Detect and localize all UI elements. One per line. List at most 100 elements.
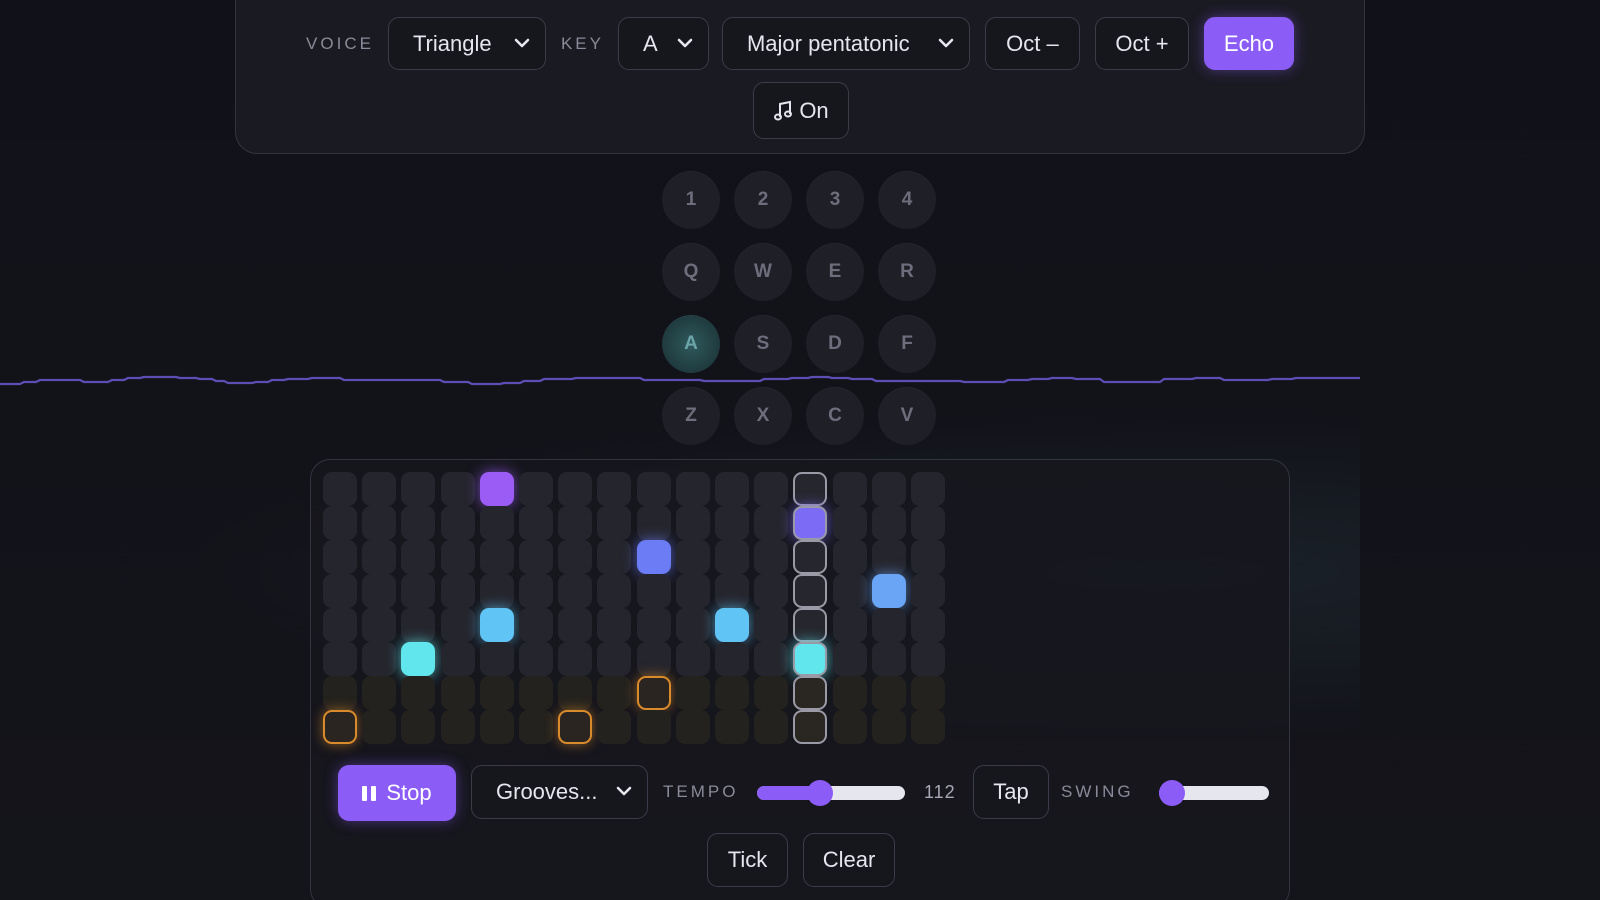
key-pad-c[interactable]: C [806, 387, 864, 445]
step-cell[interactable] [637, 574, 671, 608]
step-cell[interactable] [833, 472, 867, 506]
step-cell[interactable] [754, 574, 788, 608]
step-cell[interactable] [715, 710, 749, 744]
clear-button[interactable]: Clear [803, 833, 895, 887]
step-cell[interactable] [362, 642, 396, 676]
swing-slider-thumb[interactable] [1159, 780, 1185, 806]
step-cell[interactable] [597, 710, 631, 744]
step-cell[interactable] [597, 676, 631, 710]
step-cell-active[interactable] [480, 472, 514, 506]
step-cell[interactable] [911, 710, 945, 744]
step-cell[interactable] [323, 574, 357, 608]
step-cell[interactable] [676, 642, 710, 676]
step-cell[interactable] [480, 642, 514, 676]
step-cell[interactable] [558, 540, 592, 574]
step-cell[interactable] [401, 676, 435, 710]
step-cell[interactable] [441, 540, 475, 574]
step-cell[interactable] [793, 710, 827, 744]
step-cell[interactable] [597, 608, 631, 642]
step-cell[interactable] [401, 506, 435, 540]
step-cell[interactable] [480, 540, 514, 574]
step-cell[interactable] [441, 676, 475, 710]
step-cell[interactable] [911, 676, 945, 710]
step-cell[interactable] [519, 608, 553, 642]
tempo-slider[interactable] [757, 780, 905, 806]
step-cell[interactable] [362, 506, 396, 540]
step-cell[interactable] [519, 710, 553, 744]
octave-up-button[interactable]: Oct + [1094, 17, 1189, 70]
step-cell[interactable] [558, 676, 592, 710]
step-cell[interactable] [480, 574, 514, 608]
key-pad-q[interactable]: Q [662, 243, 720, 301]
key-pad-d[interactable]: D [806, 315, 864, 373]
sound-toggle-button[interactable]: On [753, 82, 849, 139]
step-cell[interactable] [715, 642, 749, 676]
step-cell[interactable] [441, 642, 475, 676]
step-cell[interactable] [911, 506, 945, 540]
step-cell[interactable] [519, 642, 553, 676]
step-cell[interactable] [519, 540, 553, 574]
step-cell[interactable] [558, 642, 592, 676]
key-pad-w[interactable]: W [734, 243, 792, 301]
step-cell[interactable] [597, 574, 631, 608]
step-cell[interactable] [872, 710, 906, 744]
step-cell-active[interactable] [793, 506, 827, 540]
step-cell[interactable] [715, 676, 749, 710]
step-cell[interactable] [833, 642, 867, 676]
step-cell[interactable] [441, 608, 475, 642]
step-cell[interactable] [833, 506, 867, 540]
step-cell[interactable] [754, 472, 788, 506]
step-cell[interactable] [558, 472, 592, 506]
step-cell-active[interactable] [872, 574, 906, 608]
tick-button[interactable]: Tick [707, 833, 788, 887]
step-cell[interactable] [872, 642, 906, 676]
step-cell[interactable] [597, 472, 631, 506]
step-cell[interactable] [833, 608, 867, 642]
scale-select[interactable]: Major pentatonic [721, 17, 970, 70]
step-cell[interactable] [323, 506, 357, 540]
step-cell[interactable] [872, 506, 906, 540]
step-cell[interactable] [323, 608, 357, 642]
step-cell[interactable] [911, 540, 945, 574]
step-cell[interactable] [441, 472, 475, 506]
step-cell[interactable] [754, 642, 788, 676]
step-cell[interactable] [480, 676, 514, 710]
step-cell[interactable] [441, 710, 475, 744]
step-cell[interactable] [519, 574, 553, 608]
step-cell[interactable] [637, 608, 671, 642]
swing-slider[interactable] [1159, 780, 1269, 806]
step-cell-active[interactable] [323, 710, 357, 744]
step-cell[interactable] [519, 506, 553, 540]
step-cell[interactable] [401, 574, 435, 608]
step-cell[interactable] [833, 710, 867, 744]
step-cell[interactable] [793, 676, 827, 710]
step-cell-active[interactable] [480, 608, 514, 642]
step-cell[interactable] [323, 540, 357, 574]
step-cell[interactable] [793, 540, 827, 574]
key-pad-3[interactable]: 3 [806, 171, 864, 229]
step-cell[interactable] [754, 676, 788, 710]
step-cell[interactable] [676, 472, 710, 506]
step-cell[interactable] [715, 540, 749, 574]
step-cell[interactable] [558, 574, 592, 608]
step-cell[interactable] [754, 506, 788, 540]
step-cell[interactable] [558, 506, 592, 540]
pattern-select[interactable]: Grooves... [471, 765, 648, 819]
step-cell[interactable] [911, 574, 945, 608]
step-cell[interactable] [441, 574, 475, 608]
key-select[interactable]: A [617, 17, 709, 70]
key-pad-v[interactable]: V [878, 387, 936, 445]
step-cell[interactable] [833, 540, 867, 574]
step-cell[interactable] [401, 710, 435, 744]
step-cell[interactable] [715, 506, 749, 540]
octave-down-button[interactable]: Oct – [984, 17, 1080, 70]
key-pad-1[interactable]: 1 [662, 171, 720, 229]
step-cell[interactable] [597, 506, 631, 540]
step-cell-active[interactable] [401, 642, 435, 676]
key-pad-r[interactable]: R [878, 243, 936, 301]
step-cell[interactable] [362, 472, 396, 506]
step-cell[interactable] [362, 710, 396, 744]
step-cell[interactable] [597, 540, 631, 574]
step-cell[interactable] [754, 608, 788, 642]
step-cell[interactable] [637, 642, 671, 676]
